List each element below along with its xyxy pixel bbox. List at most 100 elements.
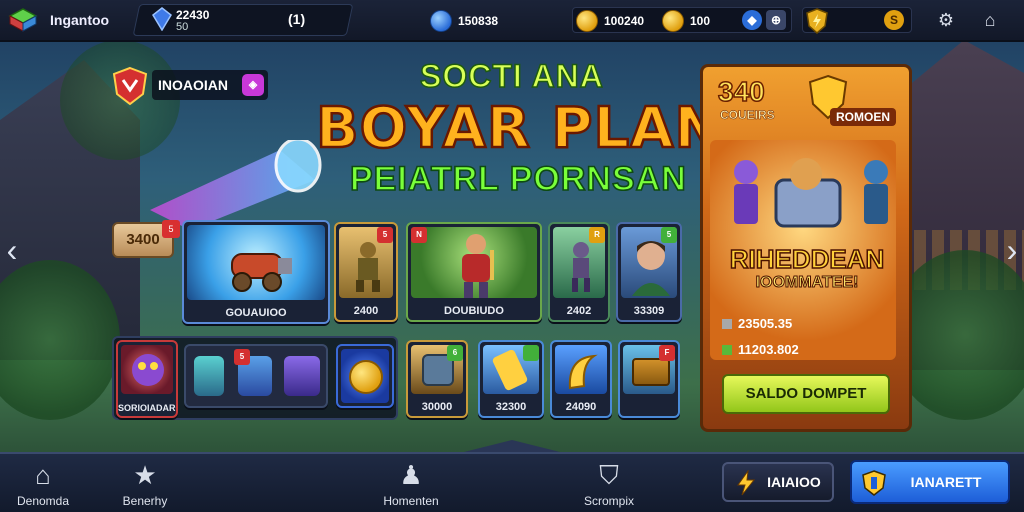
chest-icon bbox=[632, 358, 670, 386]
player-level: (1) bbox=[288, 11, 306, 27]
card-label: GOUAUIOO bbox=[225, 307, 287, 319]
nav-item-chess[interactable]: ♟ Homenten bbox=[356, 460, 466, 508]
saldo-dompet-button[interactable]: SALDO DOMPET bbox=[722, 374, 890, 414]
card-badge: F bbox=[659, 345, 675, 361]
price-badge: 5 bbox=[162, 220, 180, 238]
coins2-counter: 100 bbox=[662, 8, 710, 34]
primary-action-button[interactable]: IANARETT bbox=[850, 460, 1010, 504]
player-sub: 50 bbox=[176, 21, 189, 33]
card-featured-cannon[interactable]: GOUAUIOO bbox=[182, 220, 330, 324]
coins-value: 100240 bbox=[604, 14, 645, 28]
gems-counter: 150838 bbox=[430, 8, 498, 34]
card-monster[interactable]: SORIOIADARO bbox=[116, 340, 178, 418]
nav-label: Homenten bbox=[383, 494, 439, 508]
player-score: 22430 bbox=[176, 8, 210, 22]
stat-bullet-icon bbox=[722, 345, 732, 355]
nav-label: Benerhy bbox=[122, 494, 168, 508]
featured-stat-1: 23505.35 bbox=[722, 316, 792, 331]
rank-gem-icon bbox=[152, 7, 172, 31]
event-tagline: PEIATRL PORNSAN bbox=[349, 159, 687, 199]
add-currency-button[interactable]: ⊕ bbox=[766, 10, 786, 30]
card-gear-bundle[interactable]: 5 bbox=[184, 344, 328, 408]
next-arrow-icon[interactable]: › bbox=[1000, 232, 1024, 269]
card-badge bbox=[523, 345, 539, 361]
coins-counter: 100240 bbox=[576, 8, 644, 34]
featured-subtitle: IOOMMATEE! bbox=[755, 274, 859, 292]
card-hero[interactable]: N DOUBIUDO bbox=[406, 222, 542, 322]
card-label: 32300 bbox=[495, 401, 527, 413]
card-warrior[interactable]: 5 2400 bbox=[334, 222, 398, 322]
energy-plus-icon[interactable]: S bbox=[884, 10, 904, 30]
card-badge: R bbox=[589, 227, 605, 243]
star-icon: ★ bbox=[133, 460, 157, 490]
cannon-artwork-icon bbox=[150, 140, 322, 230]
coin-icon bbox=[349, 360, 383, 394]
energy-shield-icon bbox=[806, 8, 828, 34]
secondary-action-button[interactable]: IAIAIOO bbox=[722, 462, 834, 502]
card-creature[interactable]: R 2402 bbox=[548, 222, 610, 322]
card-label: DOUBIUDO bbox=[444, 305, 504, 317]
card-badge: 6 bbox=[447, 345, 463, 361]
card-label: 33309 bbox=[633, 305, 665, 317]
featured-title: RIHEDDEAN bbox=[729, 243, 885, 275]
portrait-icon bbox=[632, 241, 670, 296]
monster-icon bbox=[132, 354, 164, 386]
badge-shield-icon bbox=[862, 470, 886, 496]
nav-item-star[interactable]: ★ Benerhy bbox=[90, 460, 200, 508]
home-icon: ⌂ bbox=[35, 460, 51, 490]
card-label: 2402 bbox=[566, 305, 592, 317]
card-coin[interactable] bbox=[336, 344, 394, 408]
card-label: 2400 bbox=[353, 305, 379, 317]
warrior-icon bbox=[356, 242, 380, 292]
game-logo-icon bbox=[8, 8, 38, 32]
crystal-item-icon bbox=[284, 356, 320, 396]
event-label-text: INOAOIAN bbox=[158, 77, 228, 93]
gem-plus-icon[interactable]: ◆ bbox=[742, 10, 762, 30]
event-subtitle: SOCTI ANA bbox=[419, 57, 604, 95]
card-item-1[interactable]: 6 30000 bbox=[406, 340, 468, 418]
featured-bonus-label: ROMOEN bbox=[830, 108, 896, 126]
card-chest[interactable]: F bbox=[618, 340, 680, 418]
hero-icon bbox=[462, 234, 494, 298]
gems-value: 150838 bbox=[458, 14, 499, 28]
card-label: 30000 bbox=[421, 401, 453, 413]
card-item-3[interactable]: 24090 bbox=[550, 340, 612, 418]
nav-item-home[interactable]: ⌂ Denomda bbox=[0, 460, 98, 508]
featured-count: 340 bbox=[717, 75, 765, 108]
heroes-group-icon bbox=[734, 158, 888, 228]
event-label: INOAOIAN ◈ bbox=[152, 70, 268, 100]
settings-icon[interactable]: ⚙ bbox=[932, 6, 960, 34]
horn-icon bbox=[568, 354, 598, 390]
card-badge: 5 bbox=[377, 227, 393, 243]
card-label: 24090 bbox=[565, 401, 597, 413]
price-value: 3400 bbox=[126, 231, 160, 248]
creature-icon bbox=[572, 242, 590, 292]
card-badge: N bbox=[411, 227, 427, 243]
nav-label: Scrompix bbox=[583, 494, 634, 508]
featured-count-label: COUEIRS bbox=[720, 108, 775, 123]
shield-icon: ⛉ bbox=[599, 460, 619, 490]
stat-bullet-icon bbox=[722, 319, 732, 329]
event-tag-icon: ◈ bbox=[242, 74, 264, 96]
coin-icon bbox=[662, 10, 684, 32]
coins2-value: 100 bbox=[690, 14, 711, 28]
nav-label: Denomda bbox=[16, 494, 70, 508]
cannon-icon bbox=[231, 253, 292, 292]
card-badge: 5 bbox=[661, 227, 677, 243]
card-label: SORIOIADARO bbox=[118, 403, 178, 413]
top-bar: Ingantoo 22430 50 (1) 150838 100240 100 … bbox=[0, 0, 1024, 42]
card-item-2[interactable]: 32300 bbox=[478, 340, 544, 418]
potion-icon bbox=[194, 356, 224, 396]
home-top-icon[interactable]: ⌂ bbox=[976, 6, 1004, 34]
card-badge: 5 bbox=[234, 349, 250, 365]
nav-item-shield[interactable]: ⛉ Scrompix bbox=[554, 460, 664, 508]
lightning-icon bbox=[737, 470, 756, 496]
chess-icon: ♟ bbox=[399, 460, 423, 490]
app-title: Ingantoo bbox=[50, 12, 110, 28]
card-portrait[interactable]: 5 33309 bbox=[616, 222, 682, 322]
gem-icon bbox=[430, 10, 452, 32]
event-shield-icon bbox=[112, 66, 148, 106]
prev-arrow-icon[interactable]: ‹ bbox=[0, 232, 24, 269]
featured-stat-2: 11203.802 bbox=[722, 342, 799, 357]
coin-icon bbox=[576, 10, 598, 32]
